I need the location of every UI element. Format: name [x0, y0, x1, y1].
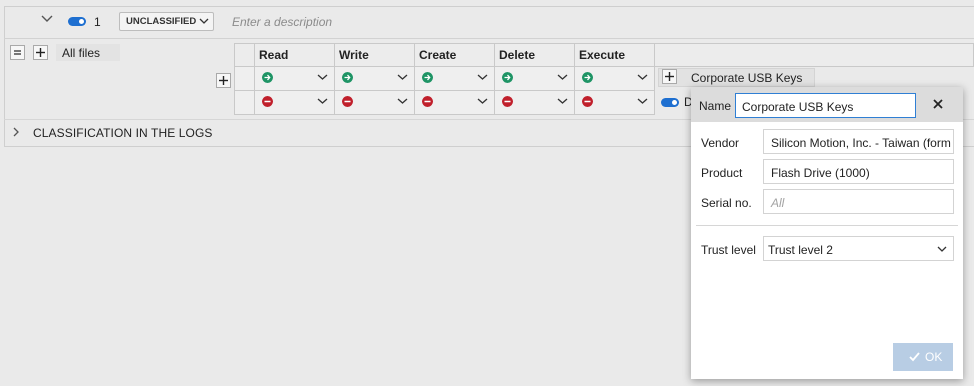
description-input[interactable]: Enter a description [232, 15, 332, 29]
minus-circle-icon [342, 96, 353, 107]
serial-input[interactable]: All [763, 189, 954, 214]
trust-level-select[interactable]: Trust level 2 [763, 236, 954, 261]
chevron-down-icon [397, 74, 408, 80]
arrow-right-circle-icon [422, 72, 433, 83]
classification-select[interactable]: UNCLASSIFIED [119, 12, 214, 31]
add-button[interactable] [33, 45, 48, 60]
minus-circle-icon [502, 96, 513, 107]
vendor-label: Vendor [701, 136, 740, 150]
column-header-create: Create [414, 43, 495, 67]
product-input[interactable]: Flash Drive (1000) [763, 159, 954, 184]
row-handle [234, 66, 255, 91]
arrow-right-circle-icon [262, 72, 273, 83]
plus-icon [665, 72, 674, 81]
chevron-right-icon[interactable] [10, 126, 22, 138]
dialog-divider [696, 225, 958, 226]
chevron-down-icon[interactable] [40, 12, 54, 26]
equals-icon [14, 50, 21, 55]
read-allow-select[interactable] [254, 66, 335, 91]
grid-header-spacer [654, 43, 974, 67]
ok-button[interactable]: OK [893, 343, 953, 371]
chevron-down-icon [937, 246, 947, 252]
delete-deny-select[interactable] [494, 90, 575, 115]
chevron-down-icon [199, 18, 209, 24]
name-input[interactable]: Corporate USB Keys [735, 93, 916, 118]
rule-number: 1 [94, 15, 101, 29]
name-label: Name [699, 99, 732, 113]
minus-circle-icon [262, 96, 273, 107]
write-deny-select[interactable] [334, 90, 415, 115]
chevron-down-icon [557, 98, 568, 104]
plus-icon [36, 48, 45, 57]
serial-label: Serial no. [701, 196, 752, 210]
minus-circle-icon [422, 96, 433, 107]
plus-icon [219, 76, 228, 85]
arrow-right-circle-icon [582, 72, 593, 83]
product-label: Product [701, 166, 743, 180]
chevron-down-icon [477, 74, 488, 80]
create-allow-select[interactable] [414, 66, 495, 91]
read-deny-select[interactable] [254, 90, 335, 115]
column-header-write: Write [334, 43, 415, 67]
all-files-label[interactable]: All files [56, 44, 120, 61]
rule-enabled-toggle[interactable] [68, 17, 86, 26]
chevron-down-icon [477, 98, 488, 104]
execute-allow-select[interactable] [574, 66, 655, 91]
checkmark-icon [909, 352, 920, 362]
delete-allow-select[interactable] [494, 66, 575, 91]
add-row-button[interactable] [216, 73, 231, 88]
column-header-execute: Execute [574, 43, 655, 67]
device-group-toggle[interactable] [661, 98, 679, 107]
column-header-read: Read [254, 43, 335, 67]
create-deny-select[interactable] [414, 90, 495, 115]
close-icon[interactable] [931, 97, 945, 111]
grid-corner [234, 43, 255, 67]
device-group-label: Corporate USB Keys [691, 71, 803, 85]
row-handle [234, 90, 255, 115]
collapse-all-button[interactable] [10, 45, 25, 60]
chevron-down-icon [557, 74, 568, 80]
arrow-right-circle-icon [342, 72, 353, 83]
column-header-delete: Delete [494, 43, 575, 67]
divider [4, 38, 974, 39]
trust-level-value: Trust level 2 [768, 243, 833, 257]
trust-level-label: Trust level [701, 243, 756, 257]
ok-label: OK [925, 350, 943, 364]
classification-value: UNCLASSIFIED [126, 16, 197, 27]
arrow-right-circle-icon [502, 72, 513, 83]
execute-deny-select[interactable] [574, 90, 655, 115]
vendor-input[interactable]: Silicon Motion, Inc. - Taiwan (form [763, 129, 954, 154]
chevron-down-icon [637, 98, 648, 104]
classification-in-logs-section[interactable]: CLASSIFICATION IN THE LOGS [33, 126, 213, 140]
chevron-down-icon [637, 74, 648, 80]
write-allow-select[interactable] [334, 66, 415, 91]
dialog-header: Name Corporate USB Keys [691, 87, 963, 122]
chevron-down-icon [397, 98, 408, 104]
chevron-down-icon [317, 98, 328, 104]
add-device-group-button[interactable] [662, 69, 677, 84]
minus-circle-icon [582, 96, 593, 107]
chevron-down-icon [317, 74, 328, 80]
device-dialog: Name Corporate USB Keys Vendor Silicon M… [691, 87, 963, 379]
